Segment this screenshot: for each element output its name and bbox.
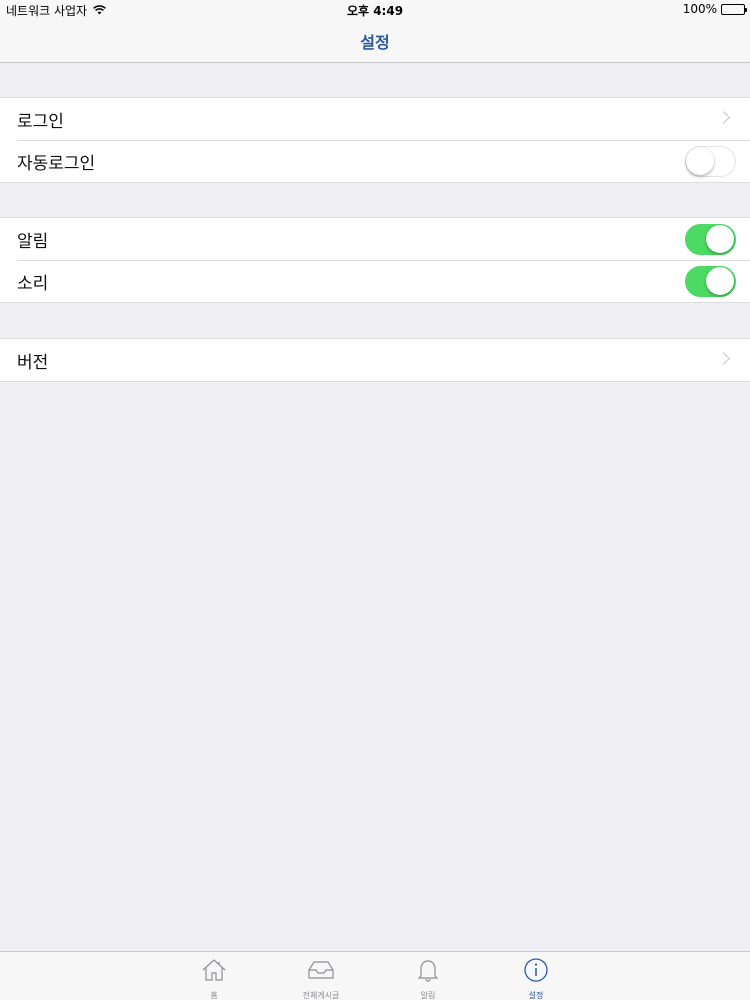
settings-row-sound: 소리 [0,260,750,302]
row-label-notification: 알림 [17,231,49,252]
page-title: 설정 [360,33,390,52]
section-account: 로그인 자동로그인 [0,97,750,183]
home-icon [200,956,228,988]
settings-row-auto-login: 자동로그인 [0,140,750,182]
row-label-sound: 소리 [17,273,49,294]
row-label-login: 로그인 [17,111,64,132]
bell-icon [414,956,442,988]
chevron-right-icon [717,352,730,365]
tab-all-posts[interactable]: 전체게시글 [281,956,361,1000]
chevron-right-icon [717,111,730,124]
auto-login-toggle[interactable] [685,146,736,177]
tab-home[interactable]: 홈 [174,956,254,1000]
row-label-auto-login: 자동로그인 [17,153,96,174]
tab-label-home: 홈 [210,991,218,1000]
notification-toggle[interactable] [685,224,736,255]
status-time: 오후 4:49 [346,4,404,18]
tab-notifications[interactable]: 알림 [388,956,468,1000]
tab-label-notifications: 알림 [420,991,436,1000]
status-bar: 네트워크 사업자 오후 4:49 100% [0,0,750,20]
battery-percent: 100% [682,2,717,16]
section-notifications: 알림 소리 [0,217,750,303]
status-right: 100% [682,2,747,16]
sound-toggle[interactable] [685,266,736,297]
carrier-label: 네트워크 사업자 [6,4,88,18]
row-label-version: 버전 [17,352,49,373]
settings-row-notification: 알림 [0,218,750,260]
info-icon [522,956,550,988]
status-left: 네트워크 사업자 [6,2,106,19]
section-info: 버전 [0,338,750,382]
tab-label-all-posts: 전체게시글 [302,991,340,1000]
settings-row-login[interactable]: 로그인 [0,98,750,140]
tab-label-settings: 설정 [528,991,544,1000]
battery-icon [721,3,747,15]
tab-settings[interactable]: 설정 [496,956,576,1000]
wifi-icon [93,4,106,18]
settings-screen: 네트워크 사업자 오후 4:49 100% 설정 로그인 자동로그인 알림 소리… [0,0,750,1000]
inbox-icon [307,956,335,988]
navigation-bar: 설정 [0,20,750,63]
tab-bar: 홈 전체게시글 알림 설정 [0,951,750,1000]
settings-row-version[interactable]: 버전 [0,339,750,381]
